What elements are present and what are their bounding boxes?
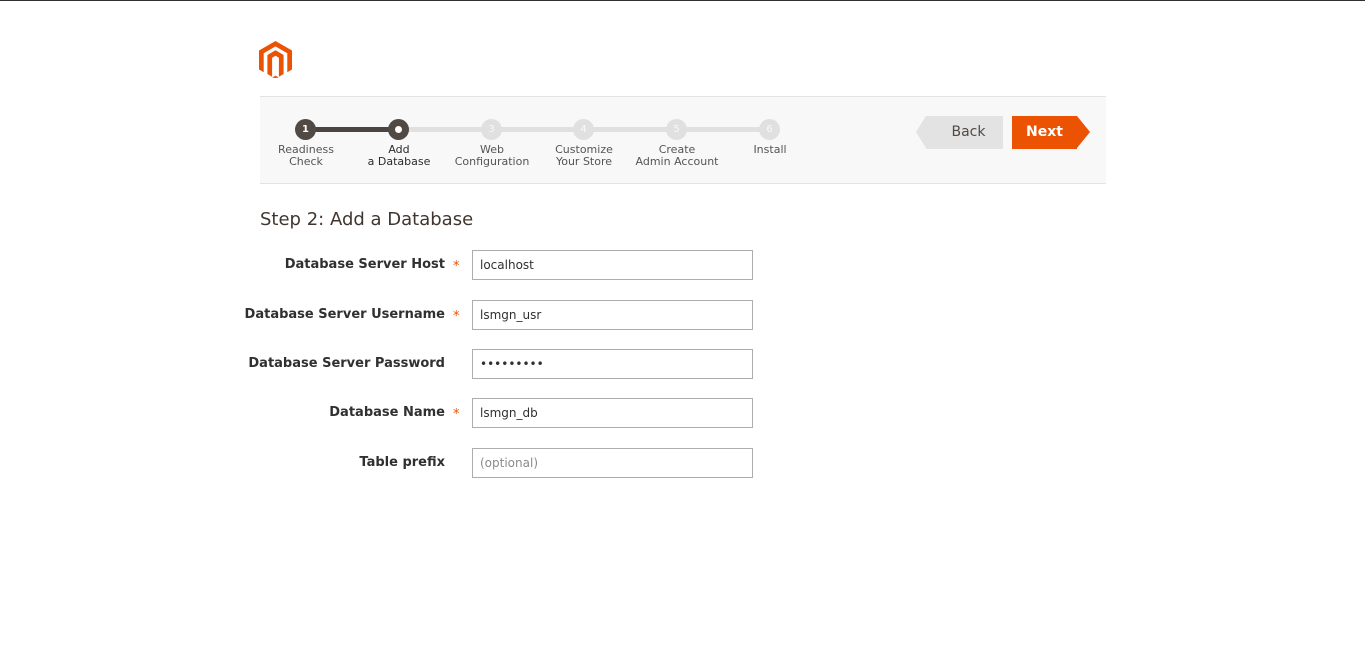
step-label: Web Configuration bbox=[454, 143, 530, 168]
step-label: Create Admin Account bbox=[635, 143, 719, 168]
required-marker: * bbox=[453, 407, 460, 422]
field-label: Database Name bbox=[329, 405, 445, 420]
required-marker: * bbox=[453, 259, 460, 274]
step-label: Add a Database bbox=[367, 143, 431, 168]
step-indicator: 3 bbox=[481, 119, 502, 140]
back-button[interactable]: Back bbox=[916, 116, 1003, 149]
step-indicator: 6 bbox=[759, 119, 780, 140]
db-username-input[interactable] bbox=[472, 300, 753, 330]
magento-logo-icon bbox=[259, 41, 292, 78]
step-label: Customize Your Store bbox=[555, 143, 613, 168]
db-host-input[interactable] bbox=[472, 250, 753, 280]
table-prefix-field: Table prefix bbox=[260, 448, 760, 478]
db-name-input[interactable] bbox=[472, 398, 753, 428]
step-create-admin-account: 5 Create Admin Account bbox=[627, 97, 727, 185]
step-readiness-check: 1 Readiness Check bbox=[256, 97, 356, 185]
step-indicator: 5 bbox=[666, 119, 687, 140]
next-button[interactable]: Next bbox=[1012, 116, 1090, 149]
top-border bbox=[0, 0, 1365, 1]
required-marker: * bbox=[453, 309, 460, 324]
step-install: 6 Install bbox=[720, 97, 820, 185]
step-web-configuration: 3 Web Configuration bbox=[442, 97, 542, 185]
step-indicator: 1 bbox=[295, 119, 316, 140]
db-password-field: Database Server Password bbox=[248, 349, 760, 379]
step-add-database: Add a Database bbox=[349, 97, 449, 185]
field-label: Database Server Username bbox=[244, 307, 445, 322]
field-label: Database Server Password bbox=[248, 356, 445, 371]
step-label: Install bbox=[753, 143, 787, 156]
field-label: Database Server Host bbox=[284, 257, 445, 272]
page-title: Step 2: Add a Database bbox=[260, 209, 474, 230]
step-customize-store: 4 Customize Your Store bbox=[534, 97, 634, 185]
step-indicator: 4 bbox=[573, 119, 594, 140]
db-host-field: Database Server Host * bbox=[260, 250, 760, 280]
step-label: Readiness Check bbox=[278, 143, 334, 168]
db-username-field: Database Server Username * bbox=[245, 300, 760, 330]
step-indicator-current bbox=[388, 119, 409, 140]
db-password-input[interactable] bbox=[472, 349, 753, 379]
db-name-field: Database Name * bbox=[260, 398, 760, 428]
table-prefix-input[interactable] bbox=[472, 448, 753, 478]
progress-nav-bar: 1 Readiness Check Add a Database 3 Web C… bbox=[260, 96, 1106, 184]
field-label: Table prefix bbox=[359, 455, 445, 470]
